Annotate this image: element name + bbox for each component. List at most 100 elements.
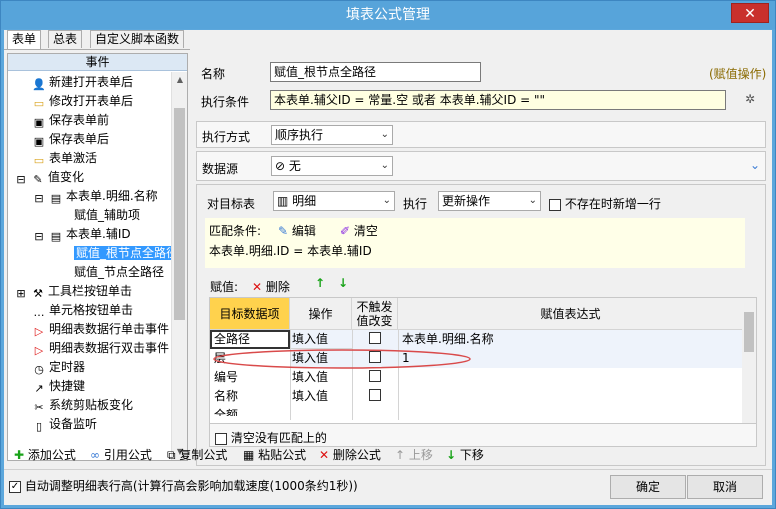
ok-button[interactable]: 确定 xyxy=(610,475,686,499)
tree-scroll-thumb[interactable] xyxy=(174,108,185,320)
grid-header-op[interactable]: 操作 xyxy=(290,298,352,330)
grid-header-target[interactable]: 目标数据项 xyxy=(210,298,290,330)
window-title: 填表公式管理 xyxy=(346,7,430,23)
delete-assign-button[interactable]: ✕ 删除 xyxy=(252,278,290,295)
assign-grid: 目标数据项 操作 不触发值改变 赋值表达式 全路径 填入值 本表单.明细.名称 … xyxy=(209,297,757,447)
tree-item-cell-button[interactable]: … 单元格按钮单击 xyxy=(32,301,134,320)
table-icon: ▥ xyxy=(277,194,293,208)
assign-op-hint: (赋值操作) xyxy=(709,67,767,81)
form-icon: ▤ xyxy=(50,192,62,205)
tree-item-after-save[interactable]: ▣ 保存表单后 xyxy=(32,130,109,149)
tree-item-assign-aux[interactable]: 赋值_辅助项 xyxy=(74,206,140,225)
flag-icon: ▷ xyxy=(34,344,44,357)
scroll-up-icon[interactable]: ▲ xyxy=(172,72,187,88)
exec-mode-select[interactable]: 顺序执行 ⌄ xyxy=(271,125,393,145)
auto-adjust-checkbox[interactable]: ✓ xyxy=(9,480,21,493)
tools-icon: ⚒ xyxy=(33,287,43,300)
tree-item-new-open[interactable]: 👤 新建打开表单后 xyxy=(32,73,133,92)
clear-unmatched-option[interactable]: 清空没有匹配上的 xyxy=(215,429,327,446)
tree-item-shortcut[interactable]: ↗ 快捷键 xyxy=(32,377,85,396)
datasource-label: 数据源 xyxy=(202,162,239,176)
tree-item-before-save[interactable]: ▣ 保存表单前 xyxy=(32,111,109,130)
clear-match-button[interactable]: ✐ 清空 xyxy=(340,222,378,239)
exec-mode-label: 执行方式 xyxy=(202,130,251,144)
auto-adjust-option[interactable]: ✓ 自动调整明细表行高(计算行高会影响加载速度(1000条约1秒)) xyxy=(9,478,358,494)
grid-scroll-thumb[interactable] xyxy=(744,312,754,352)
ref-formula-button[interactable]: ∞ 引用公式 xyxy=(90,447,152,463)
timer-icon: ◷ xyxy=(34,363,44,376)
grid-cell-op[interactable]: 填入值 xyxy=(290,387,352,406)
add-formula-button[interactable]: ✚ 添加公式 xyxy=(14,447,76,463)
cancel-button[interactable]: 取消 xyxy=(687,475,763,499)
user-add-icon: 👤 xyxy=(32,78,46,91)
value-change-icon: ✎ xyxy=(33,173,43,186)
condition-input[interactable]: 本表单.辅父ID = 常量.空 或者 本表单.辅父ID = "" xyxy=(270,90,726,110)
dialog-window: 填表公式管理 ✕ 表单 总表 自定义脚本函数 事件 👤 新建打开表单后 ▭ 修改打开… xyxy=(0,0,776,509)
exec-select[interactable]: 更新操作 ⌄ xyxy=(438,191,541,211)
move-up-icon[interactable]: ↑ xyxy=(315,276,325,290)
tree-item-detail-name[interactable]: ⊟ ▤ 本表单.明细.名称 xyxy=(32,187,157,206)
exec-label: 执行 xyxy=(403,197,428,211)
tab-summary[interactable]: 总表 xyxy=(48,30,83,48)
grid-scrollbar[interactable] xyxy=(742,298,756,423)
move-down-button[interactable]: ↓ 下移 xyxy=(446,447,484,463)
tab-divider xyxy=(4,49,190,50)
nochange-checkbox[interactable] xyxy=(369,388,381,401)
expand-icon: ⊞ xyxy=(16,287,26,300)
exec-mode-section: 执行方式 顺序执行 ⌄ xyxy=(196,121,766,148)
save-icon: ▣ xyxy=(33,116,45,129)
folder-icon: ▭ xyxy=(33,154,45,167)
chevron-down-icon: ⌄ xyxy=(382,195,391,206)
edit-match-button[interactable]: ✎ 编辑 xyxy=(278,222,316,239)
move-down-icon[interactable]: ↓ xyxy=(338,276,348,290)
tree-item-edit-open[interactable]: ▭ 修改打开表单后 xyxy=(32,92,133,111)
close-button[interactable]: ✕ xyxy=(731,3,769,23)
insert-missing-checkbox[interactable] xyxy=(549,198,561,211)
nochange-checkbox[interactable] xyxy=(369,331,381,344)
clear-unmatched-checkbox[interactable] xyxy=(215,432,227,445)
grid-header-expr[interactable]: 赋值表达式 xyxy=(398,298,743,330)
tree-item-device-listen[interactable]: ▯ 设备监听 xyxy=(32,415,97,434)
dots-icon: … xyxy=(33,306,45,319)
tree-item-value-change[interactable]: ⊟ ✎ 值变化 xyxy=(14,168,84,187)
tree-item-row-click[interactable]: ▷ 明细表数据行单击事件 xyxy=(32,320,169,339)
tree-scrollbar[interactable]: ▲ ▼ xyxy=(171,72,187,460)
wand-icon[interactable]: ✲ xyxy=(745,92,755,106)
collapse-icon: ⊟ xyxy=(16,173,26,186)
grid-header-nochange[interactable]: 不触发值改变 xyxy=(352,298,398,330)
paste-icon: ▦ xyxy=(243,448,255,462)
tree-item-form-activate[interactable]: ▭ 表单激活 xyxy=(32,149,97,168)
tree-item-timer[interactable]: ◷ 定时器 xyxy=(32,358,85,377)
expand-chevron-icon[interactable]: ⌄ xyxy=(750,158,760,172)
name-input[interactable]: 赋值_根节点全路径 xyxy=(270,62,481,82)
datasource-select[interactable]: ⊘ 无 ⌄ xyxy=(271,156,393,176)
tree-item-assign-root-path[interactable]: 赋值_根节点全路径 xyxy=(74,244,181,263)
target-select[interactable]: ▥ 明细 ⌄ xyxy=(273,191,395,211)
match-expression: 本表单.明细.ID = 本表单.辅ID xyxy=(209,244,372,258)
match-label: 匹配条件: xyxy=(209,224,262,238)
tree-item-row-dblclick[interactable]: ▷ 明细表数据行双击事件 xyxy=(32,339,169,358)
grid-cell-target[interactable]: 名称 xyxy=(210,387,290,406)
tab-form[interactable]: 表单 xyxy=(7,30,42,49)
copy-formula-button[interactable]: ⧉ 复制公式 xyxy=(167,447,227,463)
chevron-down-icon: ⌄ xyxy=(528,195,537,206)
tree-item-assign-node-path[interactable]: 赋值_节点全路径 xyxy=(74,263,164,282)
grid-cell-target[interactable]: 全额 xyxy=(210,406,290,416)
event-tree-header: 事件 xyxy=(8,54,187,71)
tree-item-clipboard[interactable]: ✂ 系统剪贴板变化 xyxy=(32,396,133,415)
match-condition-box: 匹配条件: ✎ 编辑 ✐ 清空 本表单.明细.ID = 本表单.辅ID xyxy=(205,218,745,268)
grid-cell-nochange[interactable] xyxy=(352,387,398,406)
tree-item-toolbar-click[interactable]: ⊞ ⚒ 工具栏按钮单击 xyxy=(14,282,132,301)
form-icon: ▤ xyxy=(50,230,62,243)
edit-icon: ✎ xyxy=(278,224,289,238)
tab-custom-script[interactable]: 自定义脚本函数 xyxy=(90,30,185,48)
move-up-button[interactable]: ↑ 上移 xyxy=(395,447,433,463)
delete-formula-button[interactable]: ✕ 删除公式 xyxy=(319,447,381,463)
save-icon: ▣ xyxy=(33,135,45,148)
assign-label: 赋值: xyxy=(210,280,239,294)
tree-item-aux-id[interactable]: ⊟ ▤ 本表单.辅ID xyxy=(32,225,130,244)
paste-formula-button[interactable]: ▦ 粘贴公式 xyxy=(243,447,306,463)
insert-missing-option[interactable]: 不存在时新增一行 xyxy=(549,195,661,212)
chevron-down-icon: ⌄ xyxy=(380,160,389,171)
shortcut-icon: ↗ xyxy=(34,382,44,395)
